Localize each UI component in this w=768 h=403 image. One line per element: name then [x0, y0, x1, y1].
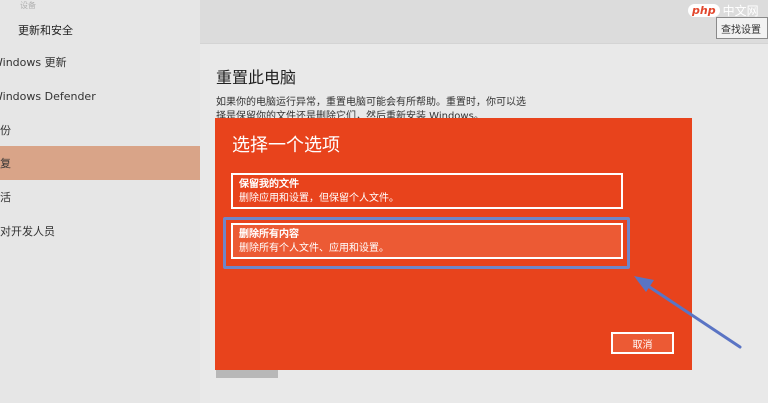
sidebar-item-label: 备份: [0, 124, 11, 137]
watermark-logo: php: [688, 4, 720, 17]
search-settings-input[interactable]: 查找设置: [716, 17, 768, 39]
sidebar-item-windows-update[interactable]: Windows 更新: [0, 45, 200, 79]
sidebar-item-for-developers[interactable]: 针对开发人员: [0, 214, 200, 248]
sidebar-item-label: Windows 更新: [0, 56, 67, 69]
option-title: 保留我的文件: [239, 179, 299, 190]
sidebar-faded-label: 设备: [20, 1, 36, 10]
sidebar-item-label: Windows Defender: [0, 89, 96, 103]
sidebar-item-label: 恢复: [0, 157, 11, 170]
sidebar-item-label: 针对开发人员: [0, 225, 55, 238]
dialog-title: 选择一个选项: [232, 135, 340, 156]
top-bar: [200, 0, 768, 44]
sidebar-item-windows-defender[interactable]: Windows Defender: [0, 79, 200, 113]
sidebar: 设备 更新和安全 Windows 更新 Windows Defender 备份 …: [0, 0, 200, 403]
sidebar-item-activation[interactable]: 激活: [0, 180, 200, 214]
sidebar-item-backup[interactable]: 备份: [0, 113, 200, 147]
sidebar-item-recovery[interactable]: 恢复: [0, 146, 200, 180]
sidebar-section-header: 更新和安全: [18, 24, 73, 37]
option-keep-my-files[interactable]: 保留我的文件 删除应用和设置，但保留个人文件。: [231, 173, 623, 209]
cancel-button[interactable]: 取消: [611, 332, 674, 354]
sidebar-item-label: 激活: [0, 191, 11, 204]
option-description: 删除应用和设置，但保留个人文件。: [239, 193, 399, 204]
highlight-box: [223, 217, 630, 269]
page-title: 重置此电脑: [216, 68, 297, 87]
